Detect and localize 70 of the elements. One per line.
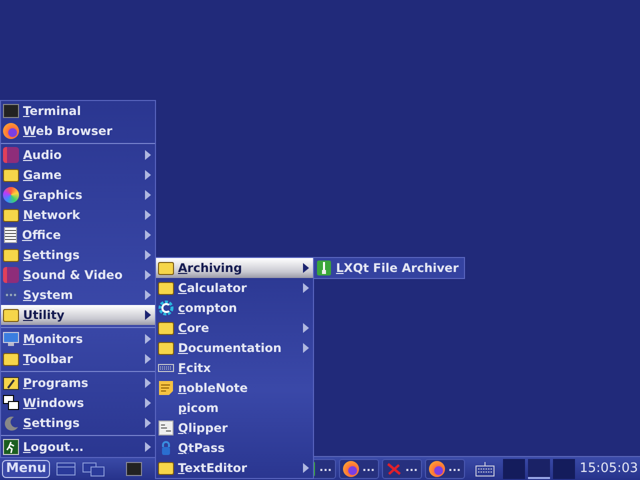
menu-item[interactable]: Windows <box>1 393 155 413</box>
clipboard-icon <box>158 420 174 436</box>
menu-item[interactable]: Fcitx <box>156 358 313 378</box>
folder-icon <box>158 462 174 474</box>
menu-item[interactable]: QtPass <box>156 438 313 458</box>
window-icon[interactable] <box>56 460 76 476</box>
media-icon <box>3 147 19 163</box>
menu-item[interactable]: Web Browser <box>1 121 155 141</box>
terminal-icon <box>3 104 19 118</box>
media-icon <box>3 267 19 283</box>
note-icon <box>158 380 174 396</box>
menu-item[interactable]: Graphics <box>1 185 155 205</box>
windows-icon <box>3 395 19 411</box>
dots-icon <box>3 287 19 303</box>
folder-icon <box>158 342 174 354</box>
menu-item[interactable]: Calculator <box>156 278 313 298</box>
folder-icon <box>3 248 19 262</box>
desktop-pager-cell[interactable] <box>528 458 550 478</box>
folder-icon <box>158 282 174 294</box>
document-icon <box>4 227 17 243</box>
exit-icon <box>3 439 19 455</box>
browser-icon <box>3 123 19 139</box>
folder-icon <box>158 262 174 274</box>
menu-item[interactable]: Office <box>1 225 155 245</box>
crescent-icon <box>3 415 19 431</box>
menu-item[interactable]: Audio <box>1 145 155 165</box>
menu-item[interactable]: Documentation <box>156 338 313 358</box>
folder-icon <box>3 352 19 366</box>
menu-item[interactable]: TextEditor <box>156 458 313 478</box>
menu-item[interactable]: Logout... <box>1 437 155 457</box>
menu-item[interactable]: Settings <box>1 245 155 265</box>
menu-item[interactable]: picom <box>156 398 313 418</box>
menu-item[interactable]: Utility <box>1 305 155 325</box>
windows-icon[interactable] <box>82 460 106 476</box>
folder-icon <box>3 168 19 182</box>
task-button[interactable]: ... <box>339 458 380 478</box>
browser-icon <box>343 460 360 476</box>
folder-icon <box>158 322 174 334</box>
browser-icon <box>429 460 446 476</box>
menu-item[interactable]: Settings <box>1 413 155 433</box>
menu-item[interactable]: System <box>1 285 155 305</box>
keyboard-icon[interactable] <box>475 460 496 476</box>
menu-item[interactable]: Toolbar <box>1 349 155 369</box>
monitor-icon <box>3 331 19 347</box>
menu-button[interactable]: Menu <box>2 460 50 478</box>
terminal-icon[interactable] <box>126 460 142 476</box>
menu-item[interactable]: Core <box>156 318 313 338</box>
desktop-pager-cell[interactable] <box>553 458 576 478</box>
folder-icon <box>3 208 19 222</box>
menu-item[interactable]: Network <box>1 205 155 225</box>
menu-item[interactable]: LXQt File Archiver <box>314 258 464 278</box>
archive-icon <box>316 260 332 276</box>
menu-item[interactable]: Programs <box>1 373 155 393</box>
desktop-pager-cell[interactable] <box>503 458 526 478</box>
menu-item[interactable]: Sound & Video <box>1 265 155 285</box>
menu-item[interactable]: Qlipper <box>156 418 313 438</box>
task-button[interactable]: ... <box>425 458 466 478</box>
programs-icon <box>3 375 19 391</box>
menu-item[interactable]: Game <box>1 165 155 185</box>
menu-item[interactable]: Archiving <box>156 258 313 278</box>
clock: 15:05:03 <box>580 460 638 478</box>
task-button[interactable]: ... <box>382 458 422 478</box>
folder-icon <box>3 308 19 322</box>
menu-item[interactable]: Monitors <box>1 329 155 349</box>
menu-item[interactable]: nobleNote <box>156 378 313 398</box>
color-wheel-icon <box>3 187 19 203</box>
cross-icon <box>386 460 402 476</box>
gear-icon <box>158 300 174 316</box>
menu-item[interactable]: compton <box>156 298 313 318</box>
menu-item[interactable]: Terminal <box>1 101 155 121</box>
